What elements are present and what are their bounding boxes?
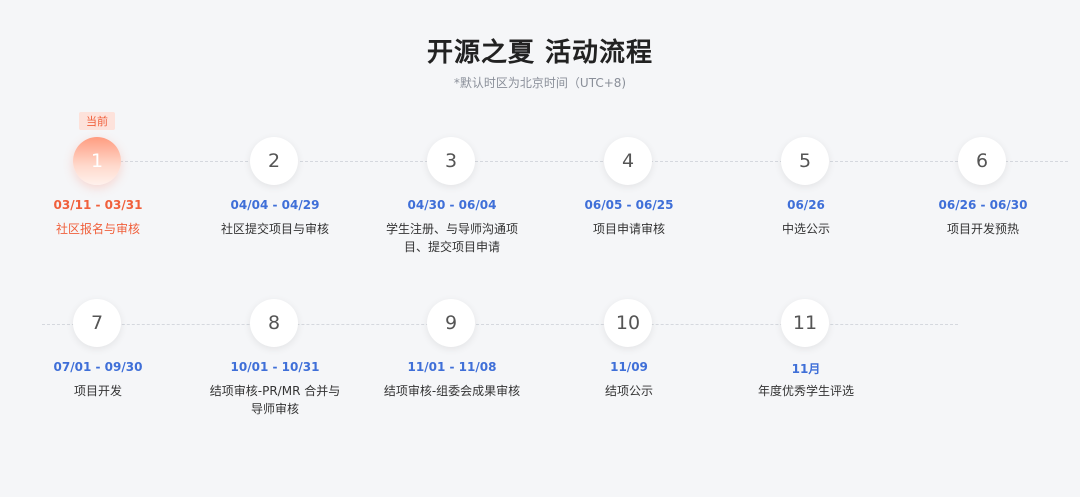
timeline-line-row-1 [100,161,1068,162]
step-label: 结项审核-PR/MR 合并与导师审核 [209,384,341,416]
step-date: 10/01 - 10/31 [230,360,320,374]
step-label: 年度优秀学生评选 [757,384,854,398]
step-number: 1 [73,137,121,185]
step-number: 10 [604,299,652,347]
step-label: 学生注册、与导师沟通项目、提交项目申请 [385,222,518,254]
step-date: 11/09 [610,360,648,374]
step-label: 结项审核-组委会成果审核 [383,384,521,398]
step-date: 06/26 [787,198,825,212]
current-badge: 当前 [79,112,115,130]
step-label: 项目开发预热 [946,222,1019,236]
step-number: 11 [781,299,829,347]
step-number: 7 [73,299,121,347]
page-subtitle: *默认时区为北京时间（UTC+8) [453,76,627,90]
step-number: 4 [604,137,652,185]
step-number: 5 [781,137,829,185]
step-date: 11/01 - 11/08 [407,360,497,374]
step-label: 社区提交项目与审核 [220,222,329,236]
step-number: 9 [427,299,475,347]
step-number: 6 [958,137,1006,185]
step-date: 03/11 - 03/31 [53,198,143,212]
step-date: 11月 [791,362,821,376]
step-label: 项目申请审核 [592,222,665,236]
step-label: 中选公示 [781,222,830,236]
step-number: 2 [250,137,298,185]
step-label: 社区报名与审核 [55,222,140,236]
page-title: 开源之夏 活动流程 [426,38,654,68]
step-date: 04/04 - 04/29 [230,198,320,212]
step-date: 06/26 - 06/30 [938,198,1028,212]
step-label: 项目开发 [73,384,122,398]
step-date: 04/30 - 06/04 [407,198,497,212]
step-number: 3 [427,137,475,185]
step-date: 07/01 - 09/30 [53,360,143,374]
step-label: 结项公示 [604,384,653,398]
step-number: 8 [250,299,298,347]
step-date: 06/05 - 06/25 [584,198,674,212]
